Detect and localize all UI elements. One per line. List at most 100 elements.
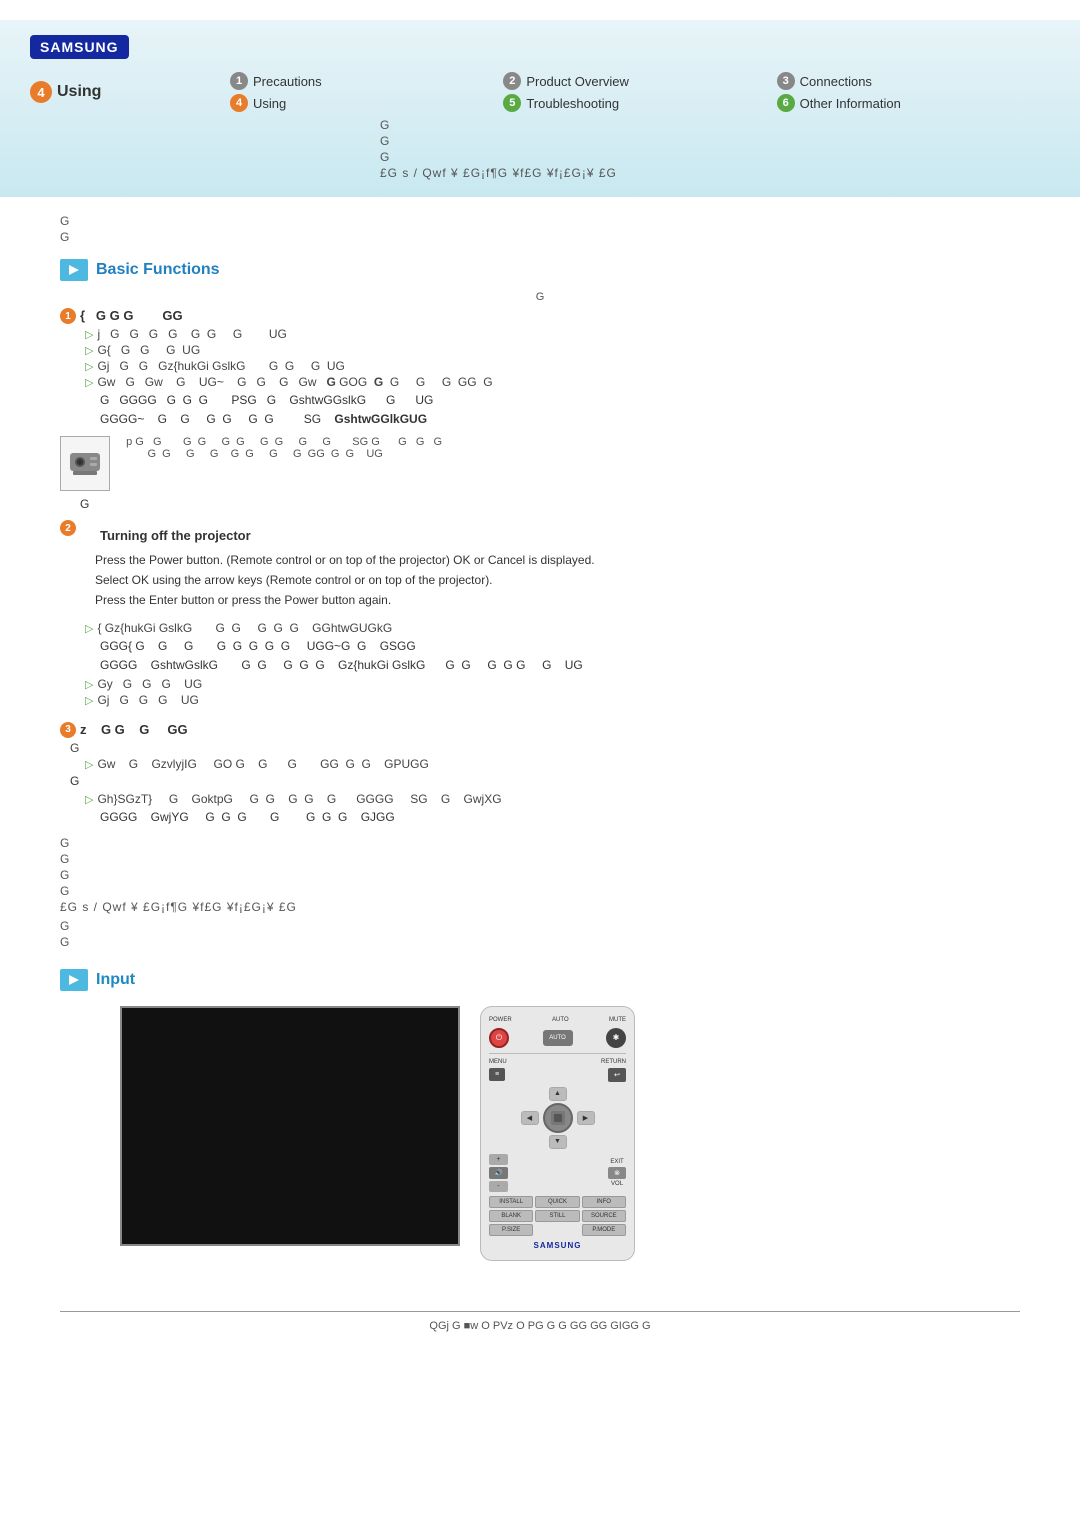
remote-left-button[interactable]: ◀ — [521, 1111, 539, 1125]
remote-power-button[interactable]: ⏻ — [489, 1028, 509, 1048]
nav-item-using-active[interactable]: 4 Using — [30, 81, 230, 103]
remote-display-area: POWER AUTO MUTE ⏻ AUTO ✱ MENU RETURN — [60, 1006, 1020, 1261]
remote-control: POWER AUTO MUTE ⏻ AUTO ✱ MENU RETURN — [480, 1006, 635, 1261]
input-section-title: Input — [60, 969, 1020, 991]
sub-arrow-6: ▷ — [85, 678, 93, 691]
step-3-line: 3 z G G G GG — [60, 722, 1020, 738]
remote-vol-icon[interactable]: 🔊 — [489, 1167, 508, 1179]
step-1-text-2: GGGG~ G G G G G G SG GshtwGGlkGUG — [100, 411, 1020, 428]
nav-item-precautions[interactable]: 1 Precautions — [230, 72, 503, 90]
projector-text-block: p G G G G G G G G G G SG G G G G G G G G… — [120, 436, 442, 460]
remote-pmode-btn[interactable]: P.MODE — [582, 1224, 626, 1236]
center-g: G — [60, 291, 1020, 303]
image-row: p G G G G G G G G G G SG G G G G G G G G… — [60, 436, 1020, 491]
turning-off-title: Turning off the projector — [80, 528, 251, 543]
remote-auto-button[interactable]: AUTO — [543, 1030, 573, 1046]
nav-badge-6: 6 — [777, 94, 795, 112]
bottom-g-2: G — [60, 852, 1020, 866]
sub-text-1: GGG{ G G G G G G G G UGG~G G GSGG — [100, 638, 1020, 655]
step-1-sub-2-text: G{ G G G UG — [97, 343, 200, 357]
sub-block-text-3: Gj G G G UG — [97, 693, 198, 707]
remote-blank-btn[interactable]: BLANK — [489, 1210, 533, 1222]
remote-source-btn[interactable]: SOURCE — [582, 1210, 626, 1222]
sub-block-2: ▷ Gy G G G UG — [60, 677, 1020, 691]
proj-line-1: p G G G G G G G G G G SG G G G G — [120, 436, 442, 448]
basic-functions-section-title: Basic Functions — [60, 259, 1020, 281]
remote-samsung-logo: SAMSUNG — [489, 1241, 626, 1250]
sub-block-text-2: Gy G G G UG — [97, 677, 202, 691]
symbol-line-2: £G s / Qwf ¥ £G¡f¶G ¥f£G ¥f¡£G¡¥ £G — [60, 900, 1020, 914]
bottom-g-1: G — [60, 836, 1020, 850]
g-line-3: G — [380, 150, 1050, 164]
remote-still-btn[interactable]: STILL — [535, 1210, 579, 1222]
return-label: RETURN — [601, 1059, 626, 1065]
nav-label-troubleshooting: Troubleshooting — [526, 96, 619, 111]
sub-arrow-5: ▷ — [85, 622, 93, 635]
remote-up-button[interactable]: ▲ — [549, 1087, 567, 1101]
nav-item-troubleshooting[interactable]: 5 Troubleshooting — [503, 94, 776, 112]
g-line-2: G — [380, 134, 1050, 148]
step-1-sub-3-text: Gj G G Gz{hukGi GslkG G G G UG — [97, 359, 344, 373]
remote-vol-exit-area: + 🔊 - EXIT ⊗ VOL — [489, 1154, 626, 1192]
remote-ok-button[interactable] — [543, 1103, 573, 1133]
remote-return-button[interactable]: ↩ — [608, 1068, 626, 1082]
input-section: Input POWER AUTO MUTE ⏻ AUTO — [60, 969, 1020, 1261]
vol-label: VOL — [611, 1181, 623, 1187]
mute-label: MUTE — [609, 1017, 626, 1023]
sub-text-2: GGGG GshtwGslkG G G G G G Gz{hukGi GslkG… — [100, 657, 1020, 674]
remote-bottom-grid: INSTALL QUICK INFO BLANK STILL SOURCE P.… — [489, 1196, 626, 1236]
sub-block-3: ▷ Gj G G G UG — [60, 693, 1020, 707]
nav-badge-1: 1 — [230, 72, 248, 90]
step-3-sub-line1: ▷ Gw G GzvlyjIG GO G G G GG G G GPUGG — [60, 757, 1020, 771]
remote-btn-row-1: ⏻ AUTO ✱ — [489, 1028, 626, 1048]
remote-exit-button[interactable]: ⊗ — [608, 1167, 626, 1179]
nav-item-product-overview[interactable]: 2 Product Overview — [503, 72, 776, 90]
auto-label: AUTO — [552, 1017, 569, 1023]
step-1-bullet: 1 — [60, 308, 76, 324]
step-1-label: { G G G GG — [80, 308, 183, 323]
remote-right-button[interactable]: ▶ — [577, 1111, 595, 1125]
step-1-sub-4-text: Gw G Gw G UG~ G G G Gw G GOG G G G G GG … — [97, 375, 492, 389]
nav-label-precautions: Precautions — [253, 74, 322, 89]
remote-quick-btn[interactable]: QUICK — [535, 1196, 579, 1208]
nav-label-connections: Connections — [800, 74, 872, 89]
sub-arrow-2: ▷ — [85, 344, 93, 357]
step-1-indent-1: G GGGG G G G PSG G GshtwGGslkG G UG GGGG… — [60, 392, 1020, 428]
nav-badge-4b: 4 — [230, 94, 248, 112]
input-title: Input — [96, 971, 135, 989]
remote-nav-up-row: ▲ — [549, 1087, 567, 1101]
remote-vol-plus[interactable]: + — [489, 1154, 508, 1165]
remote-psize-btn[interactable]: P.SIZE — [489, 1224, 533, 1236]
nav-item-connections[interactable]: 3 Connections — [777, 72, 1050, 90]
remote-info-btn[interactable]: INFO — [582, 1196, 626, 1208]
sub-arrow-8: ▷ — [85, 758, 93, 771]
exit-label: EXIT — [610, 1159, 623, 1165]
sub-arrow-4: ▷ — [85, 376, 93, 389]
sub-arrow-3: ▷ — [85, 360, 93, 373]
remote-down-button[interactable]: ▼ — [549, 1135, 567, 1149]
remote-vol-minus[interactable]: - — [489, 1181, 508, 1192]
remote-menu-button[interactable]: ≡ — [489, 1068, 505, 1081]
nav-item-other-info[interactable]: 6 Other Information — [777, 94, 1050, 112]
g-line-1: G — [380, 118, 1050, 132]
sub-arrow-9: ▷ — [85, 793, 93, 806]
nav-badge-2: 2 — [503, 72, 521, 90]
g-step-space: G — [80, 496, 1020, 513]
remote-nav-mid-row: ◀ ▶ — [521, 1103, 595, 1133]
remote-menu-return-btns: ≡ ↩ — [489, 1068, 626, 1082]
remote-mute-button[interactable]: ✱ — [606, 1028, 626, 1048]
step-3-line3: GGGG GwjYG G G G G G G G GJGG — [100, 809, 1020, 826]
g-before-input-2: G — [60, 935, 1020, 949]
remote-divider-1 — [489, 1053, 626, 1054]
menu-label: MENU — [489, 1059, 507, 1065]
nav-item-using-sub[interactable]: 4 Using — [230, 94, 503, 112]
footer-text: QGj G ■w O PVz O PG G G GG GG GIGG G — [429, 1320, 650, 1332]
nav-label-other-info: Other Information — [800, 96, 901, 111]
nav-grid: 4 Using 1 Precautions 2 Product Overview… — [30, 72, 1050, 112]
step-3-bullet: 3 — [60, 722, 76, 738]
nav-label-using-sub: Using — [253, 96, 286, 111]
top-g-2: G — [60, 230, 1020, 244]
step-1-line: 1 { G G G GG — [60, 308, 1020, 324]
projector-svg — [65, 443, 105, 483]
remote-install-btn[interactable]: INSTALL — [489, 1196, 533, 1208]
